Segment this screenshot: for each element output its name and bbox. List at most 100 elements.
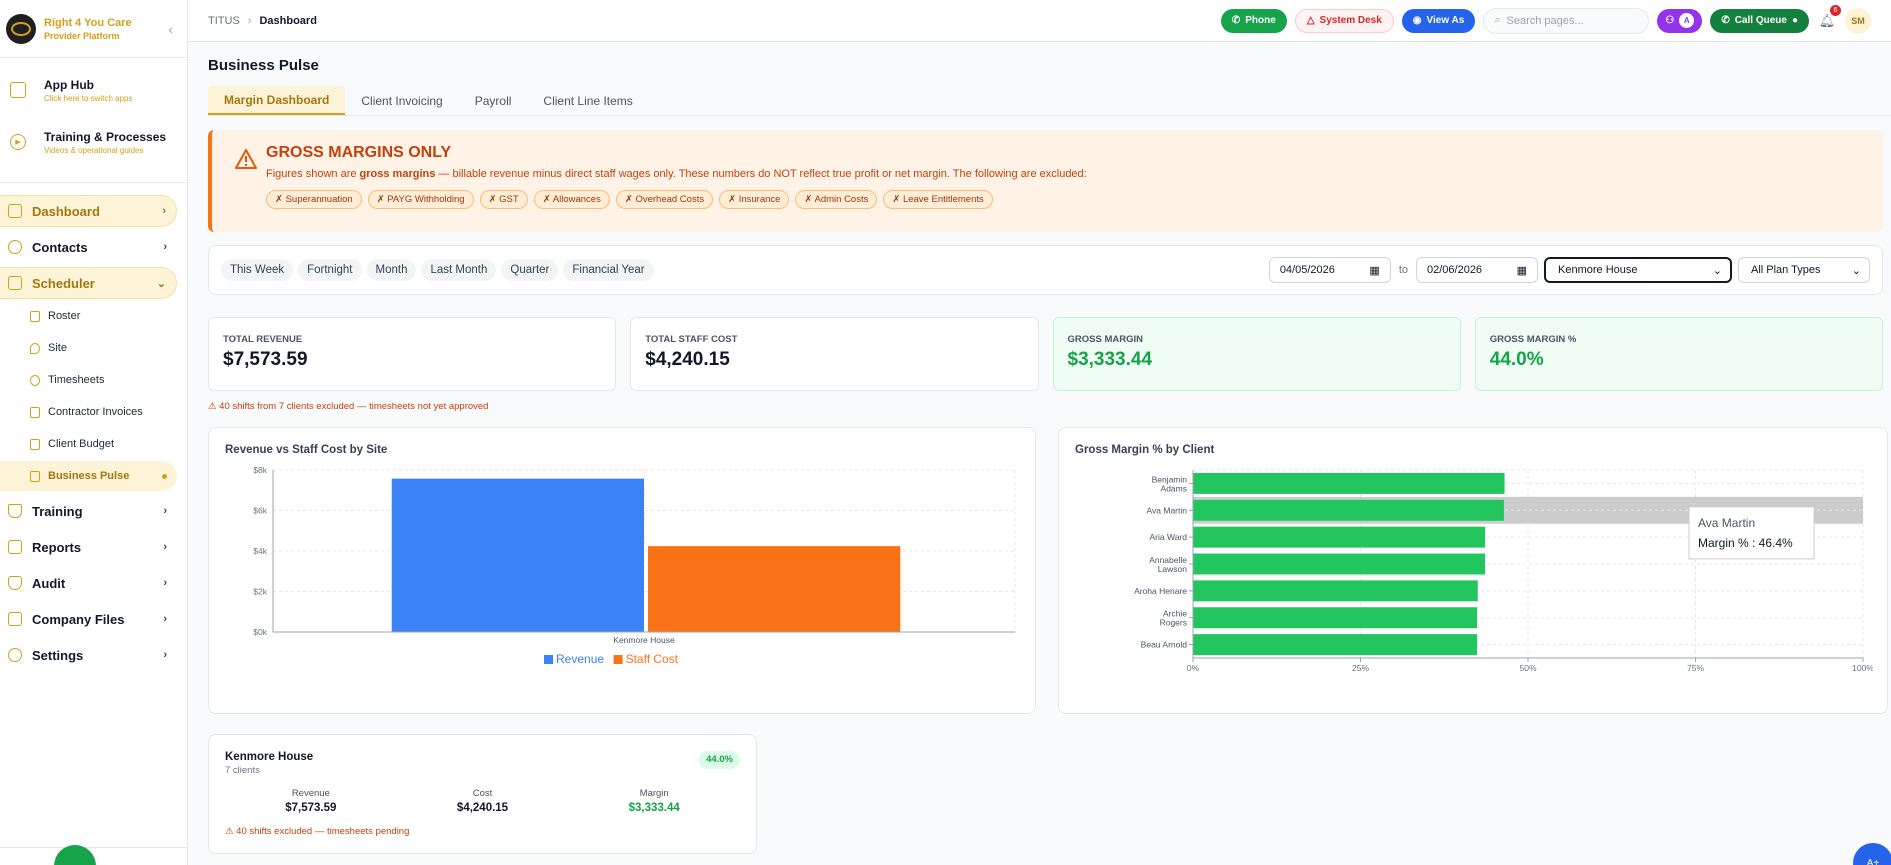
chevron-right-icon: ›	[163, 505, 167, 517]
dashboard-icon	[8, 204, 22, 218]
document-icon	[30, 406, 40, 418]
training-processes-title: Training & Processes	[44, 129, 167, 144]
breadcrumb-current: Dashboard	[259, 14, 317, 27]
app-hub-link[interactable]: App Hub Click here to switch apps	[0, 66, 187, 114]
site-summary-card[interactable]: Kenmore House 7 clients 44.0% Revenue $7,…	[208, 734, 757, 854]
revenue-vs-cost-chart: $0k $2k $4k $6k $8k Kenmore House Revenue Staff…	[253, 465, 1016, 666]
sidebar-item-reports[interactable]: Reports ›	[0, 531, 177, 563]
sidebar-item-label: Company Files	[32, 611, 125, 627]
period-fortnight[interactable]: Fortnight	[298, 259, 362, 281]
warning-icon	[235, 149, 257, 169]
pulse-icon	[30, 470, 40, 482]
kpi-value: 44.0%	[1489, 349, 1544, 370]
excluded-chip: ✗ Overhead Costs	[615, 190, 714, 209]
training-processes-link[interactable]: ▶ Training & Processes Videos & operatio…	[0, 118, 187, 166]
brand-name: Right 4 You Care	[44, 16, 132, 29]
brand: Right 4 You Care Provider Platform ‹	[0, 0, 187, 58]
sidebar-sub-roster[interactable]: Roster	[0, 301, 177, 331]
main-content: TITUS › Dashboard ✆ Phone △ System Desk ◉ Vie…	[188, 0, 1891, 865]
alert-triangle-icon: △	[1306, 15, 1315, 26]
sidebar-sub-label: Contractor Invoices	[48, 406, 143, 418]
brand-subtitle: Provider Platform	[44, 30, 120, 41]
calendar-icon	[8, 276, 22, 290]
y-tick-label: Adams	[1161, 483, 1187, 493]
kpi-gross-margin: GROSS MARGIN $3,333.44	[1052, 317, 1461, 391]
y-tick-label: Lawson	[1158, 564, 1188, 574]
date-from-value: 04/05/2026	[1279, 264, 1335, 276]
breadcrumb-root[interactable]: TITUS	[208, 15, 240, 27]
calendar-icon: ▦	[1516, 264, 1527, 277]
support-button[interactable]	[54, 845, 96, 865]
sidebar-item-company-files[interactable]: Company Files ›	[0, 603, 177, 635]
wallet-icon	[30, 438, 40, 450]
sidebar-item-dashboard[interactable]: Dashboard ›	[0, 195, 177, 227]
plan-type-value: All Plan Types	[1751, 264, 1821, 276]
sidebar-sub-contractor-invoices[interactable]: Contractor Invoices	[0, 397, 177, 427]
phone-icon: ✆	[1231, 15, 1241, 26]
plan-type-select[interactable]: All Plan Types ⌄	[1738, 257, 1870, 283]
site-name: Kenmore House	[225, 751, 314, 763]
sidebar-sub-site[interactable]: Site	[0, 333, 177, 363]
call-queue-button[interactable]: ✆ Call Queue ●	[1710, 8, 1809, 33]
report-icon	[8, 540, 22, 554]
sidebar-sub-timesheets[interactable]: Timesheets	[0, 365, 177, 395]
sidebar-item-scheduler[interactable]: Scheduler ⌄	[0, 267, 177, 299]
y-tick-label: $0k	[253, 627, 267, 637]
legend-swatch	[613, 655, 623, 664]
calendar-icon: ▦	[1369, 264, 1380, 277]
tooltip-value: Margin % : 46.4%	[1698, 536, 1793, 550]
site-select-value: Kenmore House	[1558, 264, 1638, 276]
site-select[interactable]: Kenmore House ⌄	[1544, 257, 1732, 283]
search-input[interactable]: ⌕ Search pages...	[1483, 7, 1650, 34]
margin-bar	[1193, 526, 1486, 548]
sidebar-item-audit[interactable]: Audit ›	[0, 567, 177, 599]
warning-text-post: — billable revenue minus direct staff wa…	[435, 168, 1087, 180]
notifications-button[interactable]: 🔔︎ 6	[1817, 4, 1841, 31]
active-dot	[162, 473, 167, 479]
kpi-row: TOTAL REVENUE $7,573.59 TOTAL STAFF COST $…	[208, 317, 1883, 391]
y-tick-label: Beau Arnold	[1141, 640, 1188, 650]
system-desk-button[interactable]: △ System Desk	[1294, 8, 1394, 33]
charts-row: Revenue vs Staff Cost by Site $0k $2k $4k $…	[208, 427, 1888, 714]
kpi-value: $3,333.44	[1067, 349, 1153, 370]
y-tick-label: $4k	[253, 546, 267, 556]
date-to-input[interactable]: 02/06/2026 ▦	[1416, 257, 1538, 283]
topbar: TITUS › Dashboard ✆ Phone △ System Desk ◉ Vie…	[188, 0, 1891, 42]
tab-margin-dashboard[interactable]: Margin Dashboard	[208, 86, 346, 115]
filter-bar: This Week Fortnight Month Last Month Qua…	[208, 245, 1883, 295]
sidebar-sub-client-budget[interactable]: Client Budget	[0, 429, 177, 459]
bar-revenue	[391, 478, 644, 632]
period-last-month[interactable]: Last Month	[421, 259, 497, 281]
call-queue-label: Call Queue	[1734, 15, 1787, 26]
sidebar-sub-business-pulse[interactable]: Business Pulse	[0, 461, 177, 491]
collapse-sidebar-icon[interactable]: ‹	[168, 21, 173, 37]
tooltip-title: Ava Martin	[1698, 516, 1755, 530]
kpi-value: $4,240.15	[645, 349, 730, 370]
team-button[interactable]: ⚇ A	[1657, 8, 1703, 33]
margin-bar	[1193, 634, 1478, 656]
y-tick-label: Ava Martin	[1147, 505, 1188, 515]
chevron-right-icon: ›	[162, 205, 166, 217]
user-avatar[interactable]: SM	[1845, 7, 1871, 34]
view-as-button[interactable]: ◉ View As	[1401, 8, 1476, 33]
kpi-total-revenue: TOTAL REVENUE $7,573.59	[208, 317, 617, 391]
app-hub-subtitle: Click here to switch apps	[44, 93, 133, 103]
date-from-input[interactable]: 04/05/2026 ▦	[1268, 257, 1391, 283]
site-client-count: 7 clients	[225, 765, 260, 776]
tab-client-invoicing[interactable]: Client Invoicing	[345, 86, 458, 115]
shield-icon	[8, 576, 22, 590]
period-financial-year[interactable]: Financial Year	[563, 259, 654, 281]
tab-client-line-items[interactable]: Client Line Items	[527, 86, 648, 115]
sidebar-item-training[interactable]: Training ›	[0, 495, 177, 527]
phone-button[interactable]: ✆ Phone	[1220, 8, 1287, 33]
margin-bar	[1193, 580, 1478, 602]
eye-icon: ◉	[1412, 15, 1422, 26]
system-desk-label: System Desk	[1319, 15, 1382, 26]
sidebar-item-contacts[interactable]: Contacts ›	[0, 231, 177, 263]
period-this-week[interactable]: This Week	[221, 259, 294, 281]
tab-payroll[interactable]: Payroll	[459, 86, 528, 115]
sidebar-item-settings[interactable]: Settings ›	[0, 639, 177, 671]
period-month[interactable]: Month	[366, 259, 417, 281]
warning-title: GROSS MARGINS ONLY	[266, 144, 452, 161]
period-quarter[interactable]: Quarter	[501, 259, 559, 281]
